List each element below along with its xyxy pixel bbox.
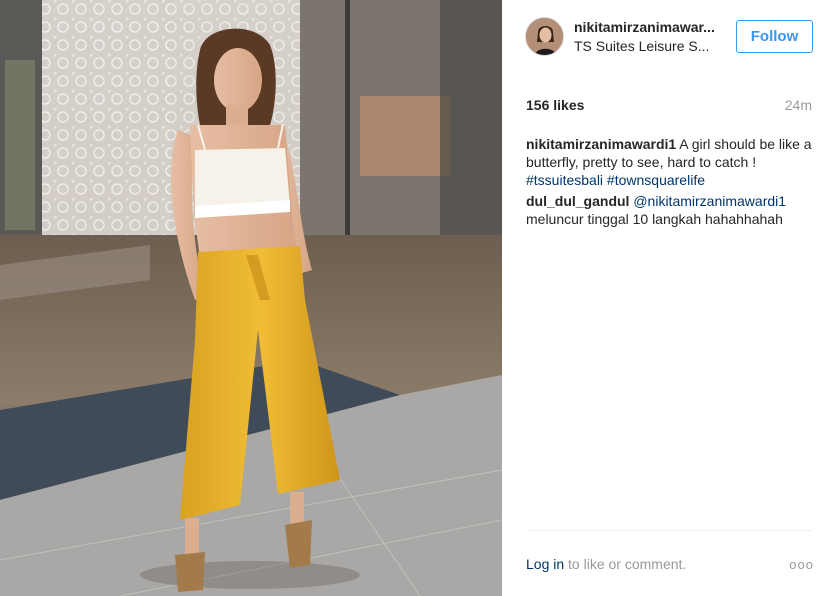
login-prompt-text: to like or comment. (564, 556, 687, 572)
login-link[interactable]: Log in (526, 556, 564, 572)
comments-list: nikitamirzanimawardi1 A girl should be l… (526, 135, 816, 231)
comment-username[interactable]: nikitamirzanimawardi1 (526, 136, 676, 152)
post-timestamp[interactable]: 24m (785, 97, 812, 113)
post-author-username[interactable]: nikitamirzanimawar... (574, 19, 734, 35)
login-prompt: Log in to like or comment. (526, 556, 686, 572)
post-details-panel: nikitamirzanimawar... TS Suites Leisure … (502, 0, 832, 596)
follow-button[interactable]: Follow (736, 20, 813, 53)
post-header: nikitamirzanimawar... TS Suites Leisure … (502, 0, 832, 74)
profile-avatar[interactable] (525, 17, 564, 56)
list-item: dul_dul_gandul @nikitamirzanimawardi1 me… (526, 192, 816, 228)
photo-illustration (0, 0, 502, 596)
likes-count[interactable]: 156 likes (526, 97, 584, 113)
caption-comment: nikitamirzanimawardi1 A girl should be l… (526, 135, 816, 189)
comment-username[interactable]: dul_dul_gandul (526, 193, 629, 209)
post-location[interactable]: TS Suites Leisure S... (574, 38, 734, 54)
comment-mention[interactable]: @nikitamirzanimawardi1 (629, 193, 786, 209)
post-photo[interactable] (0, 0, 502, 596)
comment-text: meluncur tinggal 10 langkah hahahhahah (526, 211, 783, 227)
divider (526, 530, 812, 531)
more-options-icon[interactable]: ooo (789, 557, 814, 572)
comment-hashtags[interactable]: #tssuitesbali #townsquarelife (526, 172, 705, 188)
avatar-icon (526, 18, 563, 55)
